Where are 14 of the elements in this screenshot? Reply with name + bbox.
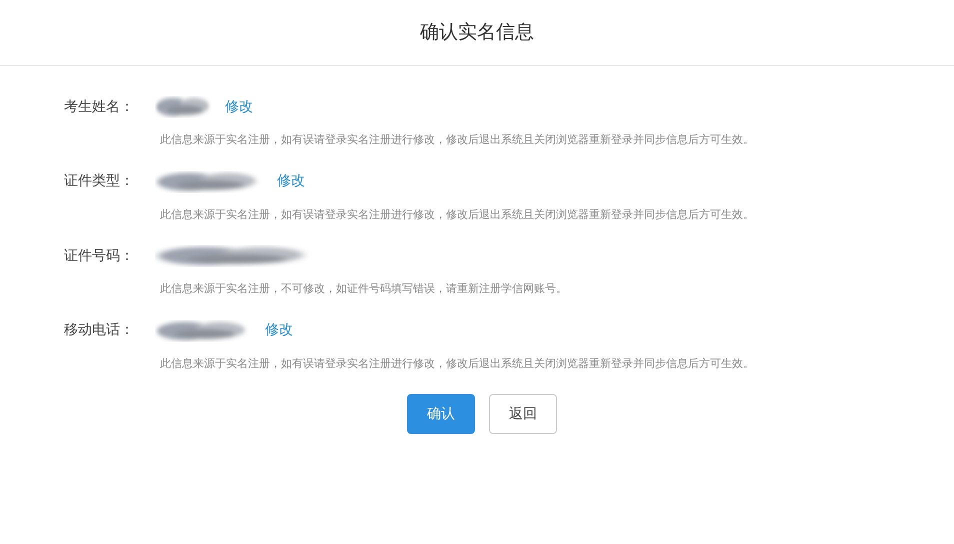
edit-link[interactable]: 修改 <box>225 96 253 118</box>
field-label: 考生姓名： <box>63 98 135 116</box>
dialog-title: 确认实名信息 <box>420 20 534 46</box>
hint-text: 此信息来源于实名注册，如有误请登录实名注册进行修改，修改后退出系统且关闭浏览器重新登录并同步信息后方可生效。 <box>159 206 755 222</box>
field-label: 证件号码： <box>63 246 135 266</box>
field-label: 证件类型： <box>63 172 135 191</box>
confirm-button[interactable]: 确认 <box>407 394 475 434</box>
hint-text: 此信息来源于实名注册，如有误请登录实名注册进行修改，修改后退出系统且关闭浏览器重新登录并同步信息后方可生效。 <box>159 132 755 148</box>
field-label: 移动电话： <box>63 321 135 340</box>
edit-link[interactable]: 修改 <box>265 320 293 341</box>
hint-text: 此信息来源于实名注册，不可修改，如证件号码填写错误，请重新注册学信网账号。 <box>159 281 568 297</box>
back-button[interactable]: 返回 <box>489 394 557 434</box>
edit-link[interactable]: 修改 <box>277 171 305 192</box>
hint-text: 此信息来源于实名注册，如有误请登录实名注册进行修改，修改后退出系统且关闭浏览器重新登录并同步信息后方可生效。 <box>159 356 755 372</box>
